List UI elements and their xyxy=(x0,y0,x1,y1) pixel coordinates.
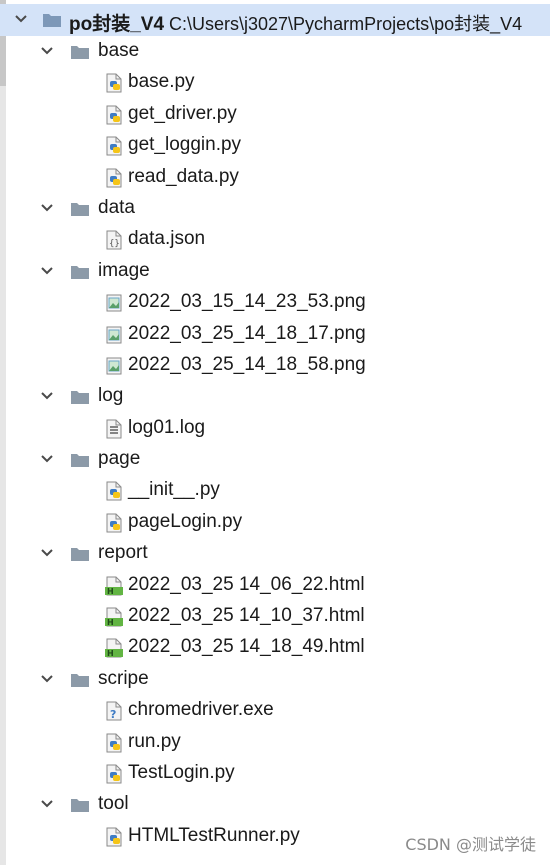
file-label: log01.log xyxy=(128,416,206,438)
folder-label: image xyxy=(98,259,150,281)
python-file-icon xyxy=(106,733,122,753)
folder-label: data xyxy=(98,196,135,218)
chevron-down-icon[interactable] xyxy=(40,797,54,811)
svg-text:?: ? xyxy=(110,708,116,721)
python-file-icon xyxy=(106,513,122,533)
file-label: get_driver.py xyxy=(128,102,237,124)
folder-icon xyxy=(71,454,89,468)
folder-label: scripe xyxy=(98,667,149,689)
file-label: 2022_03_15_14_23_53.png xyxy=(128,291,366,313)
file-row[interactable]: 2022_03_25_14_18_58.png xyxy=(0,350,550,381)
python-file-icon xyxy=(106,73,122,93)
file-row[interactable]: pageLogin.py xyxy=(0,507,550,538)
python-file-icon xyxy=(106,481,122,501)
file-row[interactable]: {} data.json xyxy=(0,224,550,255)
file-label: pageLogin.py xyxy=(128,510,243,532)
svg-text:H: H xyxy=(107,618,114,627)
log-file-icon xyxy=(106,419,122,439)
folder-icon xyxy=(71,548,89,562)
file-label: data.json xyxy=(128,228,206,250)
file-row[interactable]: base.py xyxy=(0,67,550,98)
python-file-icon xyxy=(106,105,122,125)
folder-row[interactable]: log xyxy=(0,381,550,412)
folder-label: log xyxy=(98,385,124,407)
chevron-down-icon[interactable] xyxy=(40,44,54,58)
file-label: get_loggin.py xyxy=(128,134,242,156)
python-file-icon xyxy=(106,168,122,188)
chevron-down-icon[interactable] xyxy=(40,389,54,403)
file-label: base.py xyxy=(128,71,195,93)
watermark: CSDN @测试学徒 xyxy=(405,835,536,854)
file-label: 2022_03_25_14_18_58.png xyxy=(128,353,366,375)
file-label: read_data.py xyxy=(128,165,239,187)
project-folder-icon xyxy=(43,14,61,27)
file-label: chromedriver.exe xyxy=(128,699,274,721)
chevron-down-icon[interactable] xyxy=(40,201,54,215)
folder-icon xyxy=(71,202,89,216)
file-row[interactable]: get_driver.py xyxy=(0,99,550,130)
folder-row[interactable]: tool xyxy=(0,789,550,820)
file-label: run.py xyxy=(128,730,181,752)
project-tree: po封装_V4 C:\Users\j3027\PycharmProjects\p… xyxy=(0,4,550,852)
file-label: 2022_03_25 14_18_49.html xyxy=(128,636,365,658)
html-file-icon: H xyxy=(105,638,123,658)
image-file-icon xyxy=(106,357,122,375)
folder-row[interactable]: base xyxy=(0,36,550,67)
file-row[interactable]: H 2022_03_25 14_06_22.html xyxy=(0,570,550,601)
folder-row[interactable]: data xyxy=(0,193,550,224)
chevron-down-icon[interactable] xyxy=(40,546,54,560)
file-row[interactable]: TestLogin.py xyxy=(0,758,550,789)
project-name: po封装_V4 xyxy=(69,14,165,35)
folder-label: base xyxy=(98,40,140,61)
chevron-down-icon[interactable] xyxy=(40,264,54,278)
file-row[interactable]: 2022_03_15_14_23_53.png xyxy=(0,287,550,318)
file-row[interactable]: H 2022_03_25 14_10_37.html xyxy=(0,601,550,632)
folder-icon xyxy=(71,46,89,59)
file-row[interactable]: H 2022_03_25 14_18_49.html xyxy=(0,632,550,663)
folder-label: tool xyxy=(98,793,129,815)
file-label: 2022_03_25 14_10_37.html xyxy=(128,605,365,627)
file-label: HTMLTestRunner.py xyxy=(128,824,300,846)
html-file-icon: H xyxy=(105,607,123,627)
image-file-icon xyxy=(106,294,122,312)
file-row[interactable]: run.py xyxy=(0,727,550,758)
chevron-down-icon[interactable] xyxy=(40,452,54,466)
project-root-row[interactable]: po封装_V4 C:\Users\j3027\PycharmProjects\p… xyxy=(0,4,550,36)
image-file-icon xyxy=(106,326,122,344)
project-path: C:\Users\j3027\PycharmProjects\po封装_V4 xyxy=(169,14,523,34)
folder-icon xyxy=(71,673,89,687)
unknown-file-icon: ? xyxy=(106,701,122,721)
python-file-icon xyxy=(106,764,122,784)
folder-row[interactable]: image xyxy=(0,256,550,287)
file-row[interactable]: __init__.py xyxy=(0,475,550,506)
chevron-down-icon[interactable] xyxy=(14,12,28,26)
folder-icon xyxy=(71,265,89,279)
file-row[interactable]: 2022_03_25_14_18_17.png xyxy=(0,319,550,350)
file-row[interactable]: ? chromedriver.exe xyxy=(0,695,550,726)
folder-label: page xyxy=(98,448,141,470)
folder-row[interactable]: page xyxy=(0,444,550,475)
file-label: __init__.py xyxy=(128,479,220,501)
file-label: 2022_03_25 14_06_22.html xyxy=(128,573,365,595)
python-file-icon xyxy=(106,827,122,847)
html-file-icon: H xyxy=(105,576,123,596)
folder-icon xyxy=(71,799,89,813)
svg-text:{}: {} xyxy=(109,239,120,249)
file-row[interactable]: get_loggin.py xyxy=(0,130,550,161)
json-file-icon: {} xyxy=(106,230,122,250)
file-row[interactable]: log01.log xyxy=(0,413,550,444)
file-row[interactable]: read_data.py xyxy=(0,162,550,193)
folder-row[interactable]: scripe xyxy=(0,664,550,695)
folder-icon xyxy=(71,391,89,405)
folder-row[interactable]: report xyxy=(0,538,550,569)
python-file-icon xyxy=(106,136,122,156)
partial-next-row xyxy=(0,857,550,865)
file-label: TestLogin.py xyxy=(128,761,235,783)
folder-label: report xyxy=(98,542,148,564)
svg-text:H: H xyxy=(107,649,114,658)
file-label: 2022_03_25_14_18_17.png xyxy=(128,322,366,344)
svg-text:H: H xyxy=(107,587,114,596)
chevron-down-icon[interactable] xyxy=(40,672,54,686)
